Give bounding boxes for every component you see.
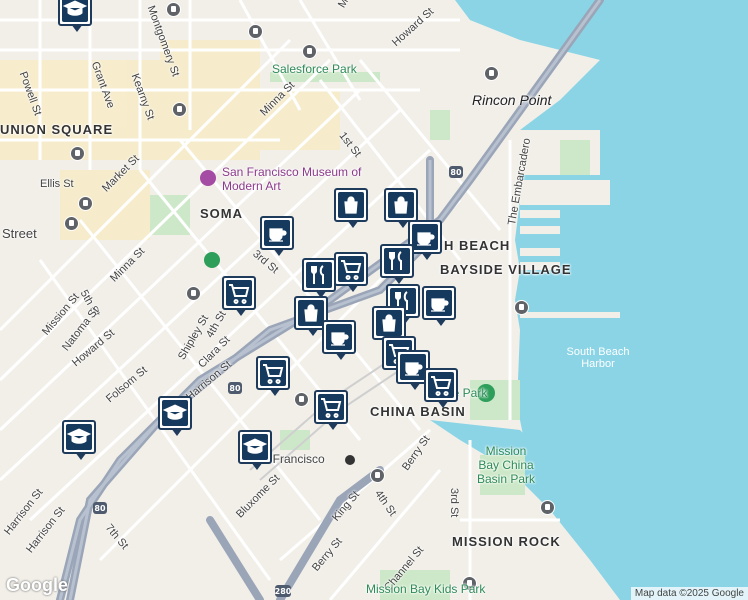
transit-station-icon[interactable] [78, 196, 93, 211]
neighborhood-label: CHINA BASIN [370, 404, 466, 419]
street-label: Ellis St [40, 178, 74, 190]
shopping-cart-marker[interactable] [334, 252, 368, 292]
shopping-bag-marker[interactable] [372, 306, 406, 346]
school-marker[interactable] [158, 396, 192, 436]
shopping-bag-icon [382, 314, 396, 332]
map-canvas[interactable]: 80 80 80 280 [0, 0, 748, 600]
neighborhood-label: H BEACH [444, 238, 511, 253]
coffee-icon [431, 298, 449, 312]
transit-station-icon[interactable] [172, 102, 187, 117]
park-label: Mission Bay Kids Park [366, 582, 486, 596]
shopping-cart-marker[interactable] [314, 390, 348, 430]
school-icon [162, 404, 188, 420]
shopping-cart-marker[interactable] [256, 356, 290, 396]
park-label: Mission Bay China Basin Park [476, 444, 536, 486]
shopping-cart-marker[interactable] [424, 368, 458, 408]
museum-poi-icon [200, 170, 216, 186]
neighborhood-label: SOMA [200, 206, 243, 221]
coffee-icon [417, 232, 435, 246]
highway-label: 80 [450, 168, 462, 177]
shopping-bag-icon [304, 304, 318, 322]
shopping-bag-icon [344, 196, 358, 214]
shopping-cart-icon [321, 398, 342, 418]
shopping-bag-icon [394, 196, 408, 214]
shopping-bag-marker[interactable] [384, 188, 418, 228]
coffee-marker[interactable] [322, 320, 356, 360]
highway-label: 80 [229, 384, 241, 393]
shopping-bag-marker[interactable] [334, 188, 368, 228]
school-marker[interactable] [62, 420, 96, 460]
school-icon [66, 428, 92, 444]
neighborhood-label: UNION SQUARE [0, 122, 114, 137]
highway-label: 80 [94, 504, 106, 513]
transit-station-icon[interactable] [484, 66, 499, 81]
highway-label: 280 [275, 587, 292, 596]
transit-station-icon[interactable] [540, 500, 555, 515]
transit-station-icon[interactable] [64, 216, 79, 231]
shopping-cart-icon [229, 284, 250, 304]
water-label: South Beach Harbor [566, 346, 630, 370]
station-poi-icon [345, 455, 355, 465]
park-label: Salesforce Park [272, 62, 357, 76]
transit-station-icon[interactable] [70, 146, 85, 161]
coffee-marker[interactable] [422, 286, 456, 326]
shopping-cart-icon [341, 260, 362, 280]
transit-station-icon[interactable] [186, 286, 201, 301]
shopping-cart-icon [431, 376, 452, 396]
transit-station-icon[interactable] [370, 468, 385, 483]
restaurant-marker[interactable] [302, 258, 336, 298]
school-icon [242, 438, 268, 454]
street-label: Street [2, 226, 37, 241]
transit-station-icon[interactable] [514, 300, 529, 315]
neighborhood-label: MISSION ROCK [452, 534, 561, 549]
park-poi-icon [204, 252, 220, 268]
map-attribution[interactable]: Map data ©2025 Google [630, 587, 748, 600]
shopping-cart-marker[interactable] [222, 276, 256, 316]
restaurant-icon [311, 265, 324, 284]
school-marker[interactable] [238, 430, 272, 470]
school-marker[interactable] [58, 0, 92, 32]
restaurant-icon [389, 251, 402, 270]
shopping-cart-icon [263, 364, 284, 384]
coffee-icon [405, 362, 423, 376]
restaurant-marker[interactable] [380, 244, 414, 284]
neighborhood-label: BAYSIDE VILLAGE [440, 262, 572, 277]
google-logo[interactable]: Google [6, 575, 68, 596]
transit-station-icon[interactable] [294, 392, 309, 407]
coffee-marker[interactable] [260, 216, 294, 256]
school-icon [62, 0, 88, 16]
transit-station-icon[interactable] [248, 24, 263, 39]
transit-station-icon[interactable] [166, 2, 181, 17]
place-label: Rincon Point [472, 92, 552, 108]
street-label: 3rd St [448, 488, 460, 518]
coffee-icon [269, 228, 287, 242]
coffee-icon [331, 332, 349, 346]
transit-station-icon[interactable] [302, 44, 317, 59]
